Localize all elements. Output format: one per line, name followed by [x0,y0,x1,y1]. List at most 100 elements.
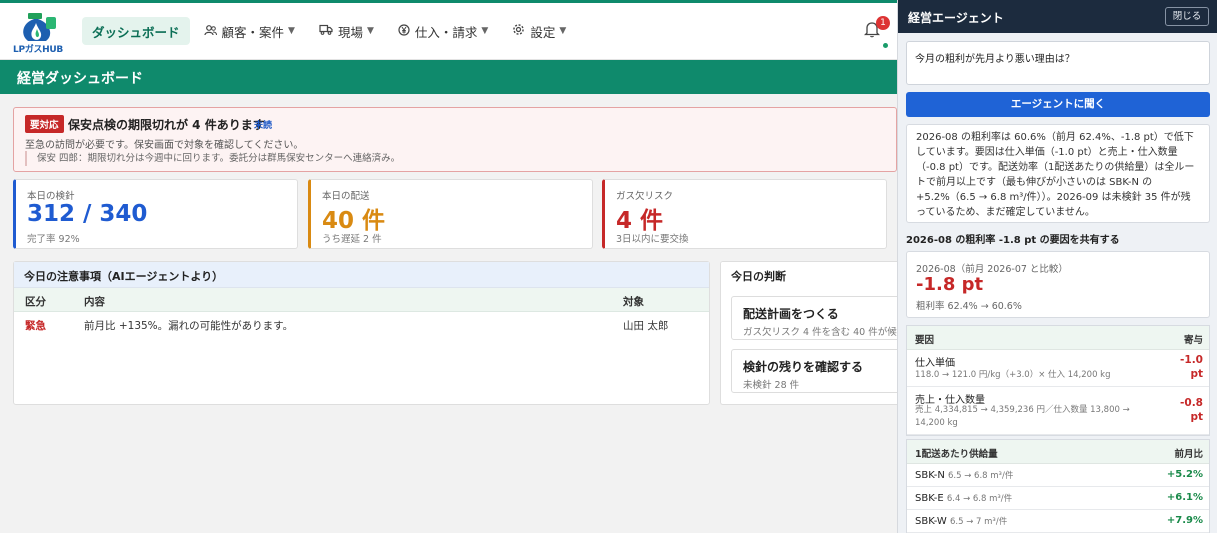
nav-dashboard[interactable]: ダッシュボード [82,17,190,45]
nav-customers-label: 顧客・案件 [221,24,285,40]
yen-icon [398,23,410,39]
factor-value: -1.0 pt [1180,354,1203,380]
route-change: +5.2% [1166,469,1203,480]
logo-text: LPガスHUB [13,45,63,55]
stat-value: 312 / 340 [27,201,148,227]
stat-label: 本日の検針 [27,191,75,202]
delta-value: -1.8 pt [916,274,984,295]
table-row: 仕入単価 118.0 → 121.0 円/kg（+3.0）× 仕入 14,200… [907,350,1209,387]
notes-title: 今日の注意事項（AIエージェントより） [14,262,709,288]
route-detail: 6.5 → 6.8 m³/件 [948,471,1014,481]
route-cell: SBK-E 6.4 → 6.8 m³/件 [915,492,1012,504]
margin-delta-card: 2026-08（前月 2026-07 と比較） -1.8 pt 粗利率 62.4… [906,251,1210,318]
share-title: 2026-08 の粗利率 -1.8 pt の要因を共有する [906,235,1120,246]
main-nav: ダッシュボード 顧客・案件 ▼ 現場 ▼ 仕入・請求 ▼ 設定 ▼ [82,16,580,46]
route-name: SBK-E [915,493,944,504]
stat-label: 本日の配送 [322,191,370,202]
alert-message: 至急の訪問が必要です。保安画面で対象を確認してください。 [25,140,304,151]
col-header-contribution: 寄与 [1183,335,1203,346]
status-dot [883,43,888,48]
factor-value: -0.8 pt [1180,397,1203,423]
chevron-down-icon: ▼ [366,26,374,36]
stat-sub: うち遅延 2 件 [322,234,382,245]
col-header-target: 対象 [623,296,644,308]
table-row: SBK-W 6.5 → 7 m³/件 +7.9% [907,510,1209,533]
judge-item-sub: ガス欠リスク 4 件を含む 40 件が候補 [743,327,905,338]
stat-card-gas-risk[interactable]: ガス欠リスク 4 件 3日以内に要交換 [602,179,887,249]
nav-field[interactable]: 現場 ▼ [309,17,384,45]
stat-sub: 3日以内に要交換 [616,234,689,245]
agent-header: 経営エージェント 閉じる [898,0,1217,33]
stat-card-delivery[interactable]: 本日の配送 40 件 うち遅延 2 件 [308,179,593,249]
col-header-factor: 要因 [915,335,935,346]
supply-table: 1配送あたり供給量 前月比 SBK-N 6.5 → 6.8 m³/件 +5.2%… [906,439,1210,533]
nav-settings[interactable]: 設定 ▼ [502,17,576,45]
ask-agent-button[interactable]: エージェントに聞く [906,92,1210,117]
judge-panel: 今日の判断 配送計画をつくる ガス欠リスク 4 件を含む 40 件が候補 検針の… [720,261,905,405]
supply-table-header: 1配送あたり供給量 前月比 [907,440,1209,464]
judge-item-title: 検針の残りを確認する [743,360,864,374]
route-name: SBK-N [915,470,945,481]
row-content: 前月比 +135%。漏れの可能性があります。 [84,320,294,332]
table-row: SBK-N 6.5 → 6.8 m³/件 +5.2% [907,464,1209,487]
agent-title: 経営エージェント [908,11,1004,25]
alert-title: 保安点検の期限切れが 4 件あります [68,118,265,132]
truck-icon [319,24,333,38]
row-target: 山田 太郎 [623,320,669,332]
factor-detail: 売上 4,334,815 → 4,359,236 円／仕入数量 13,800 →… [915,405,1130,428]
alert-comment: 保安 四郎：期限切れ分は今週中に回ります。委託分は群馬保安センターへ連絡済み。 [25,151,400,166]
nav-field-label: 現場 [337,24,363,40]
factor-table-header: 要因 寄与 [907,326,1209,350]
factor-name: 仕入単価 [915,358,955,369]
chevron-down-icon: ▼ [559,26,567,36]
judge-title: 今日の判断 [721,262,905,288]
table-row: 売上・仕入数量 売上 4,334,815 → 4,359,236 円／仕入数量 … [907,387,1209,435]
gear-icon [512,23,525,39]
stat-value: 40 件 [322,208,386,234]
chevron-down-icon: ▼ [481,26,489,36]
stat-value: 4 件 [616,208,664,234]
delta-caption: 2026-08（前月 2026-07 と比較） [916,264,1068,275]
col-header-mom: 前月比 [1174,449,1203,460]
chevron-down-icon: ▼ [288,26,295,36]
col-header-content: 内容 [84,296,105,308]
notes-table-header: 区分 内容 対象 [14,288,709,312]
factor-table: 要因 寄与 仕入単価 118.0 → 121.0 円/kg（+3.0）× 仕入 … [906,325,1210,436]
alert-banner[interactable]: 要対応 保安点検の期限切れが 4 件あります 未読 至急の訪問が必要です。保安画… [13,107,897,172]
route-cell: SBK-W 6.5 → 7 m³/件 [915,515,1007,527]
factor-detail: 118.0 → 121.0 円/kg（+3.0）× 仕入 14,200 kg [915,370,1111,380]
nav-purchase-label: 仕入・請求 [414,24,478,40]
page-title: 経営ダッシュボード [17,71,143,87]
delta-detail: 粗利率 62.4% → 60.6% [916,301,1022,312]
question-input[interactable]: 今月の粗利が先月より悪い理由は？ [906,41,1210,85]
nav-customers[interactable]: 顧客・案件 ▼ [194,17,305,45]
close-button[interactable]: 閉じる [1165,7,1209,26]
route-detail: 6.5 → 7 m³/件 [950,517,1008,527]
col-header-supply: 1配送あたり供給量 [915,449,998,460]
nav-purchase[interactable]: 仕入・請求 ▼ [388,17,498,45]
nav-dashboard-label: ダッシュボード [92,24,180,40]
agent-answer: 2026-08 の粗利率は 60.6%（前月 62.4%、-1.8 pt）で低下… [906,124,1210,223]
page-title-bar: 経営ダッシュボード [0,60,897,94]
logo-icon [23,13,56,41]
route-change: +7.9% [1166,515,1203,526]
nav-settings-label: 設定 [530,24,556,40]
stat-label: ガス欠リスク [616,191,674,202]
unread-badge: 未読 [254,121,273,131]
judge-item-title: 配送計画をつくる [743,307,839,321]
users-icon [203,24,217,39]
judge-item-sub: 未検針 28 件 [743,380,800,391]
table-row[interactable]: 緊急 前月比 +135%。漏れの可能性があります。 山田 太郎 [14,312,709,340]
alert-tag: 要対応 [25,115,64,133]
notification-badge: 1 [876,16,890,30]
judge-item-delivery-plan[interactable]: 配送計画をつくる ガス欠リスク 4 件を含む 40 件が候補 [731,296,905,340]
col-header-category: 区分 [25,296,46,308]
route-name: SBK-W [915,516,947,527]
row-category: 緊急 [25,320,46,332]
route-cell: SBK-N 6.5 → 6.8 m³/件 [915,469,1013,481]
stat-card-reading[interactable]: 本日の検針 312 / 340 完了率 92% [13,179,298,249]
route-detail: 6.4 → 6.8 m³/件 [946,494,1013,504]
brand-logo[interactable]: LPガスHUB [12,11,64,55]
judge-item-reading-check[interactable]: 検針の残りを確認する 未検針 28 件 [731,349,905,393]
stat-sub: 完了率 92% [27,234,80,245]
